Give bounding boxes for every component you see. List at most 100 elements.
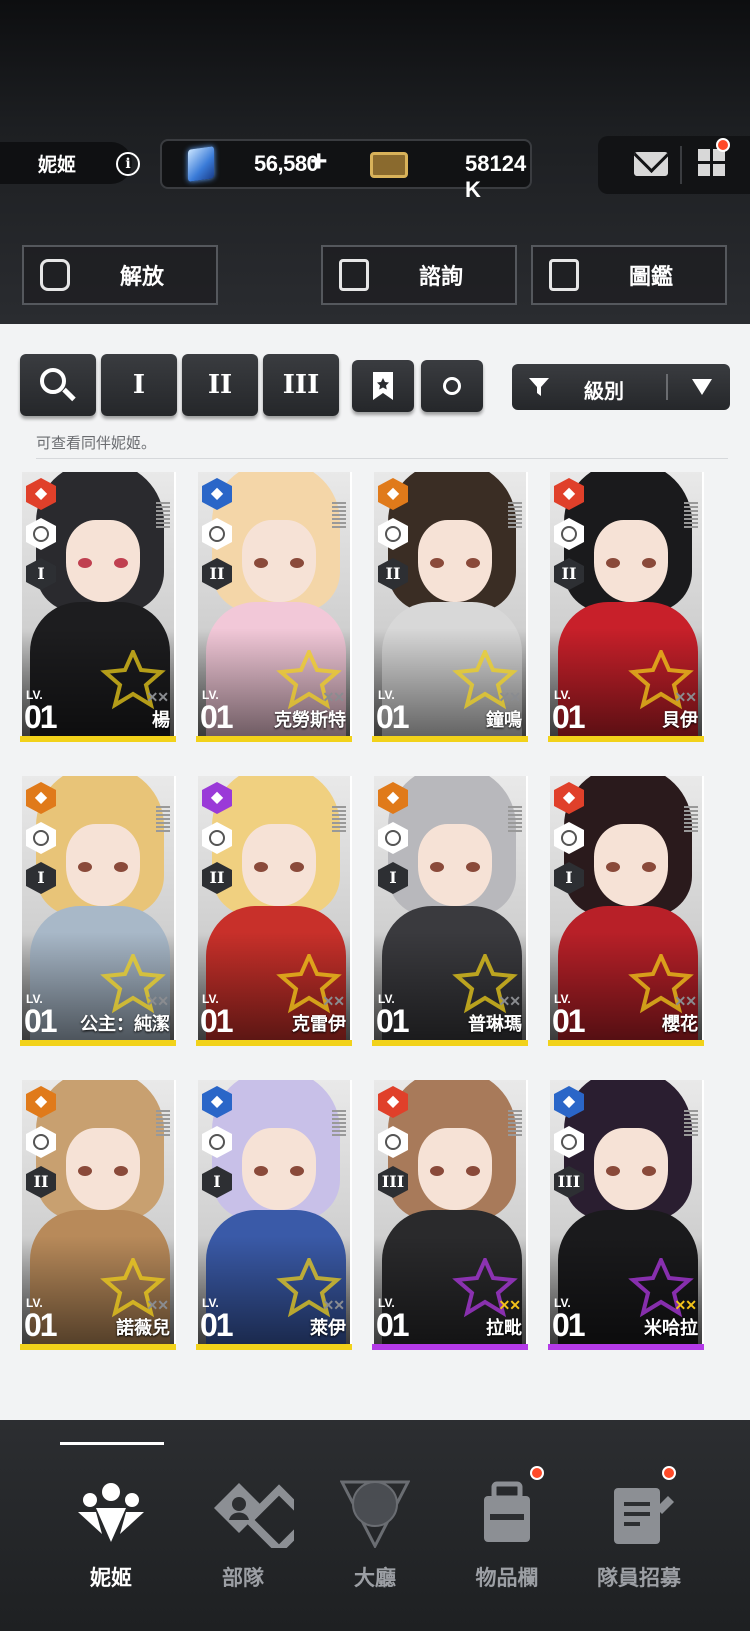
barcode-icon	[332, 1110, 346, 1136]
toggle-filter[interactable]	[421, 360, 483, 412]
level-value: 01	[376, 1307, 410, 1343]
currency-bar: 56,580 + 58124 K	[160, 139, 532, 202]
notification-dot	[716, 138, 730, 152]
codex-button[interactable]: 圖鑑	[531, 245, 727, 305]
credit-icon	[370, 152, 408, 178]
burst-1-filter[interactable]: I	[101, 354, 177, 416]
level-value: 01	[24, 699, 58, 735]
rarity-bar	[20, 736, 176, 742]
nikke-card[interactable]: ◆ I ✕✕ LV. 01 公主：純潔	[20, 756, 176, 1046]
nav-squad-label: 部隊	[222, 1567, 264, 1590]
level-value: 01	[552, 1307, 586, 1343]
mail-icon[interactable]	[634, 152, 668, 176]
bookmark-icon	[373, 372, 393, 400]
favorite-filter[interactable]	[352, 360, 414, 412]
rarity-bar	[372, 736, 528, 742]
barcode-icon	[684, 1110, 698, 1136]
nikke-card[interactable]: ◆ II ✕✕ LV. 01 克雷伊	[196, 756, 352, 1046]
nikke-card[interactable]: ◆ II ✕✕ LV. 01 克勞斯特	[196, 452, 352, 742]
rarity-stars: ✕✕	[322, 1297, 345, 1313]
nav-squad[interactable]: 部隊	[178, 1448, 308, 1598]
sort-dropdown[interactable]: 級別	[512, 364, 730, 410]
rarity-stars: ✕✕	[498, 689, 521, 705]
nikke-card[interactable]: ◆ II ✕✕ LV. 01 鐘鳴	[372, 452, 528, 742]
menu-icon[interactable]	[698, 149, 726, 177]
barcode-icon	[684, 502, 698, 528]
rarity-bar	[20, 1344, 176, 1350]
rarity-bar	[372, 1344, 528, 1350]
consult-button[interactable]: 諮詢	[321, 245, 517, 305]
bottom-nav: 妮姬 部隊 大廳 物品欄 隊員招募	[0, 1420, 750, 1631]
rarity-stars: ✕✕	[498, 993, 521, 1009]
nav-inventory-label: 物品欄	[475, 1567, 539, 1590]
calendar-icon	[339, 259, 369, 291]
squad-icon	[214, 1483, 294, 1548]
nav-lobby-label: 大廳	[354, 1567, 396, 1590]
unlock-icon	[40, 259, 70, 291]
rarity-stars: ✕✕	[146, 689, 169, 705]
nav-recruit[interactable]: 隊員招募	[574, 1448, 704, 1598]
top-bar: 妮姬 i 56,580 + 58124 K 解放 諮詢 圖鑑	[0, 0, 750, 324]
burst-3-filter[interactable]: III	[263, 354, 339, 416]
level-value: 01	[200, 1003, 234, 1039]
codex-label: 圖鑑	[629, 264, 674, 289]
circle-icon	[443, 377, 461, 395]
nikke-name: 拉毗	[486, 1318, 522, 1338]
level-value: 01	[376, 699, 410, 735]
rarity-stars: ✕✕	[498, 1297, 521, 1313]
barcode-icon	[156, 502, 170, 528]
gem-count: 56,580	[254, 151, 319, 176]
rarity-bar	[196, 1344, 352, 1350]
level-value: 01	[200, 1307, 234, 1343]
nikke-card[interactable]: ◆ III ✕✕ LV. 01 米哈拉	[548, 1060, 704, 1350]
divider	[680, 146, 682, 184]
nikke-card[interactable]: ◆ I ✕✕ LV. 01 萊伊	[196, 1060, 352, 1350]
level-value: 01	[24, 1003, 58, 1039]
nikke-name: 普琳瑪	[468, 1014, 522, 1034]
recruit-icon	[614, 1488, 674, 1544]
rarity-stars: ✕✕	[146, 1297, 169, 1313]
nikke-card[interactable]: ◆ III ✕✕ LV. 01 拉毗	[372, 1060, 528, 1350]
lobby-icon	[340, 1480, 410, 1548]
barcode-icon	[508, 1110, 522, 1136]
notification-dot	[662, 1466, 676, 1480]
nav-lobby[interactable]: 大廳	[310, 1448, 440, 1598]
barcode-icon	[684, 806, 698, 832]
nikke-name: 貝伊	[662, 710, 698, 730]
chevron-down-icon	[692, 379, 712, 395]
add-gems-button[interactable]: +	[310, 145, 328, 179]
section-title-text: 妮姬	[38, 154, 77, 176]
nav-nikke[interactable]: 妮姬	[46, 1448, 176, 1598]
search-icon-handle	[62, 387, 76, 402]
nav-inventory[interactable]: 物品欄	[442, 1448, 572, 1598]
nikke-card[interactable]: ◆ I ✕✕ LV. 01 普琳瑪	[372, 756, 528, 1046]
rarity-bar	[20, 1040, 176, 1046]
nikke-name: 公主：純潔	[80, 1014, 170, 1034]
barcode-icon	[332, 502, 346, 528]
nikke-name: 米哈拉	[644, 1318, 698, 1338]
rarity-bar	[372, 1040, 528, 1046]
active-tab-indicator	[60, 1442, 164, 1445]
limit-break-label: 解放	[120, 264, 165, 289]
info-icon[interactable]: i	[116, 152, 140, 176]
rarity-stars: ✕✕	[674, 993, 697, 1009]
rarity-bar	[548, 736, 704, 742]
inventory-icon	[484, 1481, 530, 1542]
nav-recruit-label: 隊員招募	[597, 1567, 681, 1590]
limit-break-button[interactable]: 解放	[22, 245, 218, 305]
rarity-stars: ✕✕	[674, 689, 697, 705]
burst-2-filter[interactable]: II	[182, 354, 258, 416]
nikke-card[interactable]: ◆ II ✕✕ LV. 01 諾薇兒	[20, 1060, 176, 1350]
nikke-card[interactable]: ◆ I ✕✕ LV. 01 櫻花	[548, 756, 704, 1046]
nikke-name: 克勞斯特	[274, 710, 346, 730]
search-button[interactable]	[20, 354, 96, 416]
level-value: 01	[376, 1003, 410, 1039]
rarity-bar	[196, 1040, 352, 1046]
sort-label: 級別	[584, 381, 624, 403]
nikke-card[interactable]: ◆ II ✕✕ LV. 01 貝伊	[548, 452, 704, 742]
section-title: 妮姬	[0, 142, 132, 184]
credit-count: 58124 K	[465, 151, 527, 202]
barcode-icon	[156, 806, 170, 832]
barcode-icon	[156, 1110, 170, 1136]
nikke-card[interactable]: ◆ I ✕✕ LV. 01 楊	[20, 452, 176, 742]
